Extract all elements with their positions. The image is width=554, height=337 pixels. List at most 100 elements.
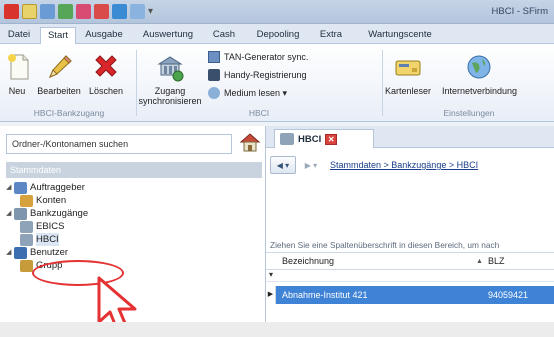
bearbeiten-button[interactable]: Bearbeiten [34,52,84,96]
group-label-einstellungen: Einstellungen [443,108,495,118]
cell-blz: 94059421 [488,290,529,300]
filter-row[interactable]: ▾ [266,270,554,282]
kartenleser-button[interactable]: Kartenleser [384,52,432,96]
ribbon-tabs: Datei Start Ausgabe Auswertung Cash Depo… [0,24,554,45]
tree-item-label: Benutzer [30,247,69,258]
doc-icon[interactable] [112,4,127,19]
transfer-icon[interactable] [94,4,109,19]
column-header-blz[interactable]: BLZ [488,253,505,270]
tab-hbci-label: HBCI [298,133,322,145]
breadcrumb[interactable]: Stammdaten > Bankzugänge > HBCI [330,160,478,170]
tab-wartungscenter[interactable]: Wartungscente [360,27,440,44]
tree-item-label: EBICS [36,221,65,232]
tools-icon[interactable] [130,4,145,19]
medium-lesen-label: Medium lesen ▾ [224,88,288,98]
quick-access-toolbar: ▾ [4,4,153,19]
globe-icon [464,52,494,82]
kartenleser-label: Kartenleser [384,86,432,96]
tan-generator-sync-button[interactable]: TAN-Generator sync. [208,50,308,64]
folder-search-input[interactable]: Ordner-/Kontonamen suchen [6,134,232,154]
forward-button[interactable]: ▶ ▾ [300,156,322,174]
arrow-icon[interactable] [58,4,73,19]
pencil-icon [44,52,74,82]
tree-item-bankzugaenge[interactable]: ◢ Bankzugänge [6,207,88,220]
app-menu-icon[interactable] [4,4,19,19]
group-label-bankzugang: HBCI-Bankzugang [33,108,105,118]
tree-item-label: Konten [36,195,67,206]
neu-label: Neu [8,86,26,96]
tan-generator-icon [208,51,220,63]
filter-icon: ▾ [269,270,274,279]
bank-icon [14,207,27,220]
table-row[interactable]: ▶ Abnahme-Institut 421 94059421 [266,286,554,304]
customize-qat-icon[interactable]: ▾ [148,4,153,19]
app-window: ▾ HBCI - SFirm Datei Start Ausgabe Auswe… [0,0,554,337]
tree-item-auftraggeber[interactable]: ◢ Auftraggeber [6,181,85,194]
tree-item-benutzer[interactable]: ◢ Benutzer [6,246,68,259]
loeschen-button[interactable]: Löschen [86,52,126,96]
section-stammdaten[interactable]: Stammdaten [6,162,262,178]
data-grid: Bezeichnung ▲ BLZ ▾ ▶ Abnahme-Institut 4… [266,252,554,304]
card-reader-icon [393,52,423,82]
tab-depooling[interactable]: Depooling [252,27,304,44]
collapse-arrow-icon[interactable]: ◢ [6,246,14,259]
tree-item-label: Bankzugänge [30,208,89,219]
medium-lesen-dropdown[interactable]: Medium lesen ▾ [208,86,287,100]
tab-hbci[interactable]: HBCI ✕ [274,129,374,148]
tab-start[interactable]: Start [40,27,76,45]
zugang-line2: synchronisieren [138,96,202,106]
title-bar: ▾ HBCI - SFirm [0,0,554,24]
handy-registrierung-label: Handy-Registrierung [224,70,307,80]
sort-ascending-icon[interactable]: ▲ [476,253,483,270]
close-icon[interactable]: ✕ [325,133,338,145]
internetverbindung-button[interactable]: Internetverbindung [432,52,554,96]
new-document-icon [4,52,34,82]
grid-header: Bezeichnung ▲ BLZ [266,252,554,270]
tab-cash[interactable]: Cash [210,27,238,44]
neu-button[interactable]: Neu [4,52,30,96]
delete-icon [91,52,121,82]
tree-item-konten[interactable]: Konten [20,194,66,207]
bank-icon [20,233,33,246]
people-icon [14,181,27,194]
tab-extra[interactable]: Extra [314,27,348,44]
ribbon: Neu Bearbeiten Löschen HBCI-Bankzugang Z… [0,44,554,122]
group-label-hbci: HBCI [248,108,270,118]
loeschen-label: Löschen [88,86,124,96]
tree-item-hbci[interactable]: HBCI [20,233,59,246]
mobile-phone-icon [208,69,220,81]
home-icon[interactable] [238,130,262,154]
card-reader-small-icon [208,87,220,99]
bank-icon [280,133,294,145]
bank-icon [20,220,33,233]
tan-generator-label: TAN-Generator sync. [224,52,309,62]
window-title: HBCI - SFirm [491,6,548,17]
stamp-icon[interactable] [76,4,91,19]
cell-bezeichnung: Abnahme-Institut 421 [282,290,368,300]
tab-ausgabe[interactable]: Ausgabe [80,27,128,44]
folder-icon[interactable] [22,4,37,19]
row-indicator-icon: ▶ [266,286,276,304]
tab-auswertung[interactable]: Auswertung [138,27,198,44]
column-header-bezeichnung[interactable]: Bezeichnung [282,253,334,270]
group-by-hint: Ziehen Sie eine Spaltenüberschrift in di… [270,240,500,250]
main-content: HBCI ✕ ◀ ▾ ▶ ▾ Stammdaten > Bankzugänge … [266,126,554,337]
back-button[interactable]: ◀ ▾ [270,156,296,174]
document-tab-bar: HBCI ✕ [266,126,554,148]
tree-item-ebics[interactable]: EBICS [20,220,65,233]
tree-item-label: Auftraggeber [30,182,85,193]
collapse-arrow-icon[interactable]: ◢ [6,181,14,194]
handy-registrierung-button[interactable]: Handy-Registrierung [208,68,307,82]
internetverbindung-label: Internetverbindung [442,86,518,96]
tree-item-label: HBCI [36,233,59,246]
collapse-arrow-icon[interactable]: ◢ [6,207,14,220]
tab-datei[interactable]: Datei [4,27,34,44]
zugang-synchronisieren-button[interactable]: Zugang synchronisieren [136,52,204,106]
view-icon[interactable] [40,4,55,19]
zugang-line1: Zugang [154,86,186,96]
bottom-margin [0,322,554,337]
accounts-icon [20,194,33,207]
bank-sync-icon [155,52,185,82]
group-icon [20,259,33,272]
user-icon [14,246,27,259]
